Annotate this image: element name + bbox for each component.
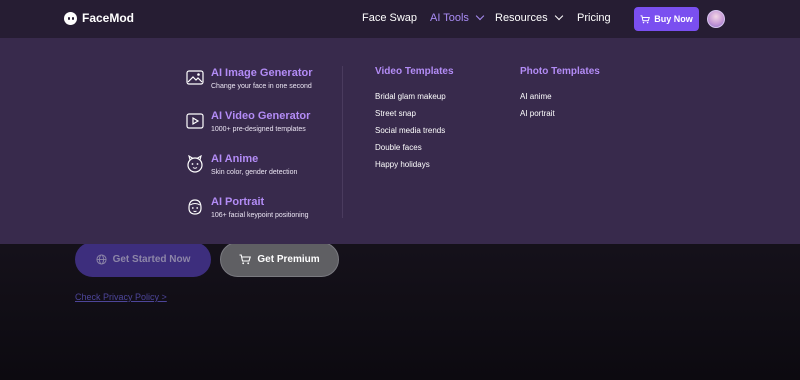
- tool-title: AI Image Generator: [211, 67, 313, 79]
- video-icon: [186, 113, 204, 129]
- video-template-link[interactable]: Social media trends: [375, 126, 445, 135]
- chevron-down-icon: [475, 11, 485, 21]
- tool-subtitle: 1000+ pre-designed templates: [211, 126, 306, 133]
- tool-title: AI Anime: [211, 153, 259, 165]
- nav-face-swap[interactable]: Face Swap: [362, 12, 417, 24]
- menu-ai-anime[interactable]: AI Anime Skin color, gender detection: [186, 153, 297, 176]
- get-premium-button[interactable]: Get Premium: [220, 242, 339, 277]
- brand-name: FaceMod: [82, 11, 135, 25]
- privacy-policy-link[interactable]: Check Privacy Policy >: [75, 292, 167, 302]
- nav-ai-tools-label: AI Tools: [430, 12, 469, 24]
- image-icon: [186, 70, 204, 85]
- menu-ai-video-generator[interactable]: AI Video Generator 1000+ pre-designed te…: [186, 110, 310, 133]
- nav-pricing-label: Pricing: [577, 12, 611, 24]
- nav-pricing[interactable]: Pricing: [577, 12, 611, 24]
- tool-title: AI Portrait: [211, 196, 265, 208]
- nav-ai-tools[interactable]: AI Tools: [430, 11, 485, 24]
- brand-logo[interactable]: FaceMod: [64, 11, 134, 25]
- video-template-link[interactable]: Double faces: [375, 143, 422, 152]
- nav-resources[interactable]: Resources: [495, 11, 563, 24]
- avatar[interactable]: [707, 10, 725, 28]
- nav-resources-label: Resources: [495, 12, 548, 24]
- portrait-face-icon: [188, 199, 202, 215]
- get-premium-label: Get Premium: [257, 254, 320, 265]
- photo-template-link[interactable]: AI portrait: [520, 109, 555, 118]
- menu-ai-portrait[interactable]: AI Portrait 106+ facial keypoint positio…: [186, 196, 308, 219]
- get-started-button[interactable]: Get Started Now: [75, 242, 211, 277]
- video-template-link[interactable]: Street snap: [375, 109, 416, 118]
- video-templates-heading: Video Templates: [375, 66, 454, 77]
- video-template-link[interactable]: Happy holidays: [375, 160, 430, 169]
- ai-tools-dropdown: AI Image Generator Change your face in o…: [0, 38, 800, 244]
- buy-now-label: Buy Now: [654, 14, 693, 24]
- tool-title: AI Video Generator: [211, 110, 311, 122]
- tool-subtitle: Change your face in one second: [211, 83, 312, 90]
- menu-divider: [342, 66, 343, 218]
- buy-now-button[interactable]: Buy Now: [634, 7, 699, 31]
- cart-icon: [239, 254, 252, 265]
- get-started-label: Get Started Now: [112, 254, 191, 265]
- photo-template-link[interactable]: AI anime: [520, 92, 552, 101]
- top-navbar: FaceMod Face Swap AI Tools Resources Pri…: [0, 0, 800, 38]
- tool-subtitle: 106+ facial keypoint positioning: [211, 212, 309, 219]
- video-template-link[interactable]: Bridal glam makeup: [375, 92, 446, 101]
- photo-templates-heading: Photo Templates: [520, 66, 600, 77]
- anime-face-icon: [187, 155, 203, 173]
- cart-icon: [640, 14, 651, 23]
- menu-ai-image-generator[interactable]: AI Image Generator Change your face in o…: [186, 67, 312, 90]
- facemod-logo-icon: [64, 11, 77, 25]
- globe-icon: [96, 254, 107, 265]
- chevron-down-icon: [554, 11, 563, 21]
- nav-face-swap-label: Face Swap: [362, 12, 418, 24]
- tool-subtitle: Skin color, gender detection: [211, 169, 298, 176]
